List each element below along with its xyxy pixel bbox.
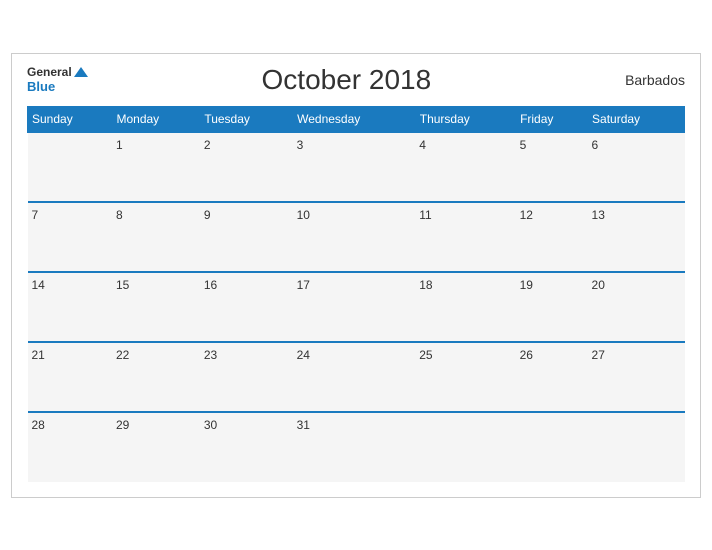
day-number: 22 bbox=[116, 348, 129, 362]
day-number: 2 bbox=[204, 138, 211, 152]
day-number: 26 bbox=[520, 348, 533, 362]
calendar-cell: 29 bbox=[112, 412, 200, 482]
calendar-cell bbox=[516, 412, 588, 482]
calendar-cell: 30 bbox=[200, 412, 293, 482]
week-row-1: 7 8 9 10 11 12 13 bbox=[28, 202, 685, 272]
day-number: 27 bbox=[592, 348, 605, 362]
day-number: 16 bbox=[204, 278, 217, 292]
day-number: 30 bbox=[204, 418, 217, 432]
calendar-container: General Blue October 2018 Barbados Sunda… bbox=[11, 53, 701, 498]
calendar-header-row: SundayMondayTuesdayWednesdayThursdayFrid… bbox=[28, 106, 685, 132]
calendar-header: General Blue October 2018 Barbados bbox=[27, 64, 685, 96]
day-number: 31 bbox=[297, 418, 310, 432]
day-number: 23 bbox=[204, 348, 217, 362]
day-number: 25 bbox=[419, 348, 432, 362]
month-title: October 2018 bbox=[88, 64, 605, 96]
day-number: 8 bbox=[116, 208, 123, 222]
calendar-cell: 23 bbox=[200, 342, 293, 412]
calendar-cell: 25 bbox=[415, 342, 515, 412]
week-row-0: 1 2 3 4 5 6 bbox=[28, 132, 685, 202]
calendar-cell: 15 bbox=[112, 272, 200, 342]
calendar-cell: 19 bbox=[516, 272, 588, 342]
calendar-cell: 26 bbox=[516, 342, 588, 412]
day-number: 21 bbox=[32, 348, 45, 362]
day-number: 6 bbox=[592, 138, 599, 152]
calendar-cell: 13 bbox=[588, 202, 685, 272]
weekday-sunday: Sunday bbox=[28, 106, 112, 132]
day-number: 4 bbox=[419, 138, 426, 152]
calendar-cell: 28 bbox=[28, 412, 112, 482]
calendar-table: SundayMondayTuesdayWednesdayThursdayFrid… bbox=[27, 106, 685, 482]
calendar-cell: 5 bbox=[516, 132, 588, 202]
day-number: 28 bbox=[32, 418, 45, 432]
logo: General Blue bbox=[27, 65, 88, 95]
day-number: 10 bbox=[297, 208, 310, 222]
weekday-saturday: Saturday bbox=[588, 106, 685, 132]
calendar-cell: 14 bbox=[28, 272, 112, 342]
country-label: Barbados bbox=[605, 72, 685, 88]
calendar-cell: 27 bbox=[588, 342, 685, 412]
calendar-cell: 31 bbox=[293, 412, 416, 482]
calendar-cell bbox=[28, 132, 112, 202]
weekday-header-row: SundayMondayTuesdayWednesdayThursdayFrid… bbox=[28, 106, 685, 132]
weekday-tuesday: Tuesday bbox=[200, 106, 293, 132]
calendar-cell: 21 bbox=[28, 342, 112, 412]
day-number: 18 bbox=[419, 278, 432, 292]
week-row-2: 14 15 16 17 18 19 20 bbox=[28, 272, 685, 342]
calendar-cell: 4 bbox=[415, 132, 515, 202]
day-number: 24 bbox=[297, 348, 310, 362]
calendar-cell bbox=[415, 412, 515, 482]
weekday-friday: Friday bbox=[516, 106, 588, 132]
week-row-4: 28 29 30 31 bbox=[28, 412, 685, 482]
day-number: 5 bbox=[520, 138, 527, 152]
day-number: 20 bbox=[592, 278, 605, 292]
calendar-cell: 17 bbox=[293, 272, 416, 342]
day-number: 13 bbox=[592, 208, 605, 222]
day-number: 9 bbox=[204, 208, 211, 222]
calendar-body: 1234567891011121314151617181920212223242… bbox=[28, 132, 685, 482]
day-number: 1 bbox=[116, 138, 123, 152]
calendar-cell: 9 bbox=[200, 202, 293, 272]
day-number: 17 bbox=[297, 278, 310, 292]
calendar-cell: 8 bbox=[112, 202, 200, 272]
calendar-cell: 6 bbox=[588, 132, 685, 202]
calendar-cell: 11 bbox=[415, 202, 515, 272]
calendar-cell: 3 bbox=[293, 132, 416, 202]
calendar-cell: 7 bbox=[28, 202, 112, 272]
day-number: 14 bbox=[32, 278, 45, 292]
calendar-cell: 2 bbox=[200, 132, 293, 202]
weekday-wednesday: Wednesday bbox=[293, 106, 416, 132]
calendar-cell bbox=[588, 412, 685, 482]
logo-general: General bbox=[27, 65, 72, 79]
calendar-cell: 16 bbox=[200, 272, 293, 342]
day-number: 29 bbox=[116, 418, 129, 432]
calendar-cell: 10 bbox=[293, 202, 416, 272]
calendar-cell: 24 bbox=[293, 342, 416, 412]
logo-blue: Blue bbox=[27, 79, 55, 94]
day-number: 7 bbox=[32, 208, 39, 222]
day-number: 11 bbox=[419, 208, 431, 222]
calendar-cell: 18 bbox=[415, 272, 515, 342]
logo-triangle-icon bbox=[74, 67, 88, 77]
day-number: 12 bbox=[520, 208, 533, 222]
calendar-cell: 12 bbox=[516, 202, 588, 272]
calendar-cell: 22 bbox=[112, 342, 200, 412]
day-number: 3 bbox=[297, 138, 304, 152]
calendar-cell: 20 bbox=[588, 272, 685, 342]
calendar-cell: 1 bbox=[112, 132, 200, 202]
weekday-monday: Monday bbox=[112, 106, 200, 132]
weekday-thursday: Thursday bbox=[415, 106, 515, 132]
day-number: 15 bbox=[116, 278, 129, 292]
day-number: 19 bbox=[520, 278, 533, 292]
week-row-3: 21 22 23 24 25 26 27 bbox=[28, 342, 685, 412]
